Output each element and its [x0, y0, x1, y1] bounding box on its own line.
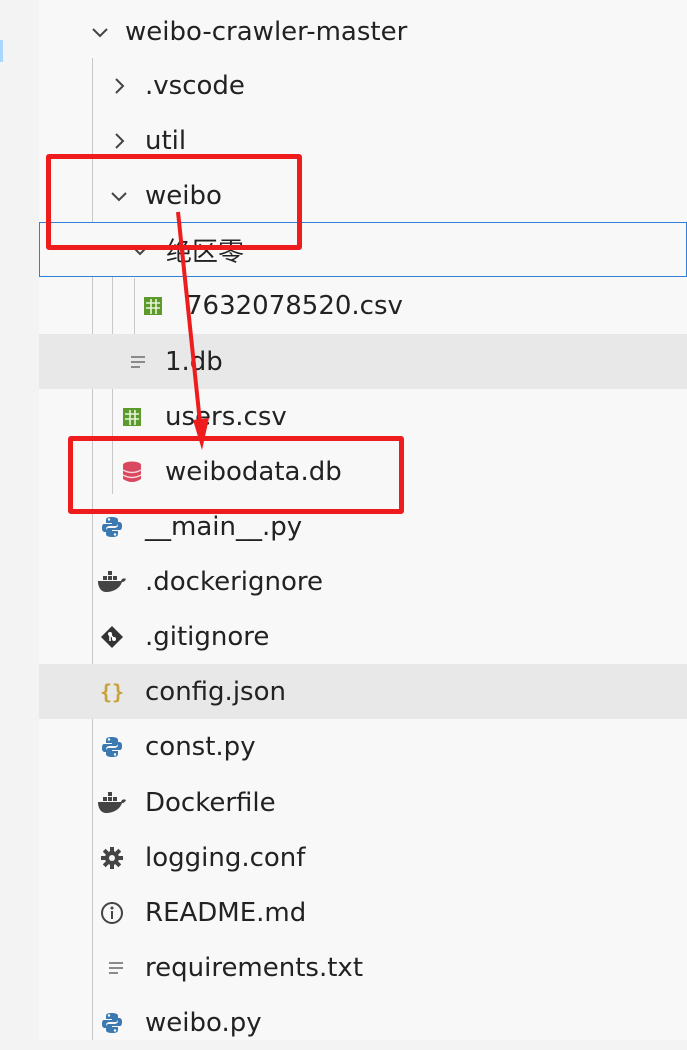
- annotation-arrow: [176, 211, 209, 450]
